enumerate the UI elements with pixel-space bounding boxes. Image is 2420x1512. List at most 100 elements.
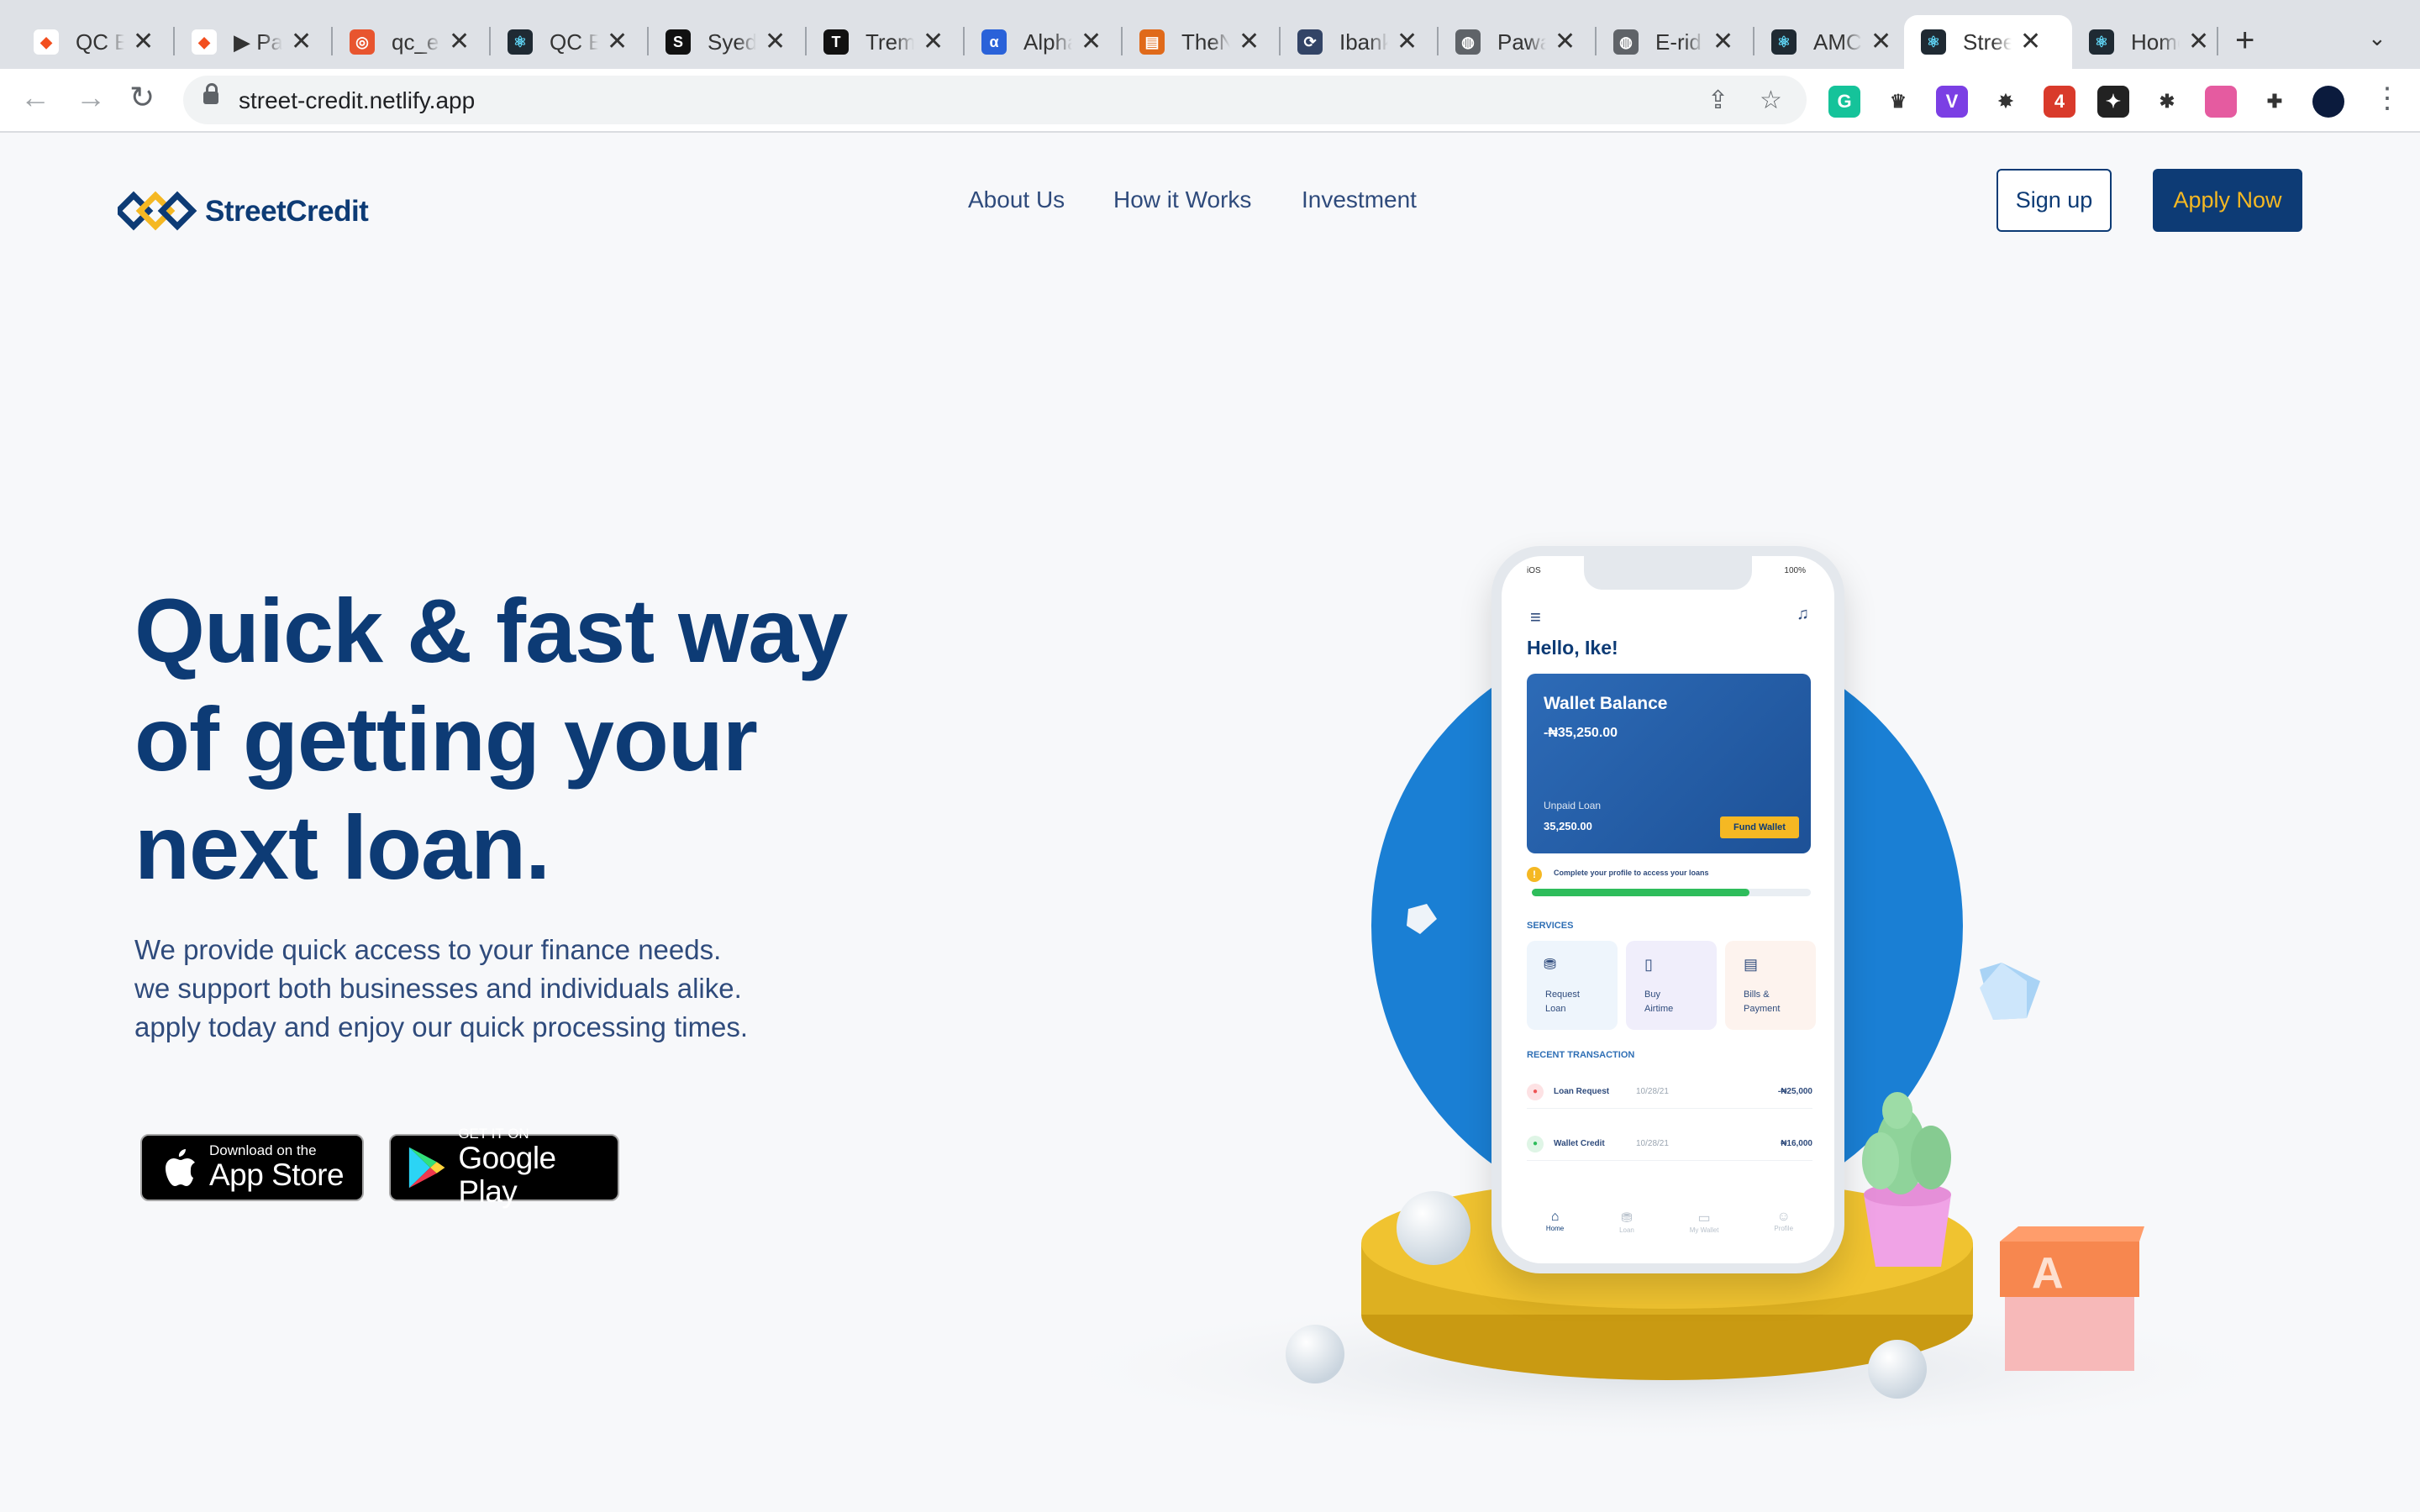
wallet-icon: ▭ xyxy=(1697,1211,1711,1226)
tab-close-icon[interactable]: ✕ xyxy=(1397,29,1418,55)
warning-icon: ! xyxy=(1527,867,1542,882)
browser-tab[interactable]: ◆ ▶ Pa ✕ xyxy=(175,15,333,69)
phone-notch xyxy=(1584,556,1752,590)
browser-tab[interactable]: ⚛ AMC ✕ xyxy=(1754,15,1904,69)
browser-tab[interactable]: ◆ QC E ✕ xyxy=(17,15,175,69)
bottom-nav-home[interactable]: ⌂ Home xyxy=(1546,1210,1564,1252)
browser-tab[interactable]: T Trem ✕ xyxy=(807,15,965,69)
bottom-nav-wallet[interactable]: ▭ My Wallet xyxy=(1690,1210,1719,1252)
bottom-nav-label: Loan xyxy=(1619,1226,1634,1234)
tab-title: qc_e xyxy=(392,29,439,55)
new-tab-button[interactable]: + xyxy=(2235,22,2254,60)
tab-close-icon[interactable]: ✕ xyxy=(923,29,944,55)
figma-icon: ◆ xyxy=(192,29,217,55)
logo[interactable]: StreetCredit xyxy=(118,186,369,237)
tab-close-icon[interactable]: ✕ xyxy=(2020,29,2041,55)
hero-title-line: Quick & fast way xyxy=(134,580,848,681)
tab-close-icon[interactable]: ✕ xyxy=(607,29,628,55)
tab-close-icon[interactable]: ✕ xyxy=(765,29,786,55)
profile-notice: Complete your profile to access your loa… xyxy=(1554,869,1709,877)
bottom-nav-loan[interactable]: ⛃ Loan xyxy=(1619,1210,1634,1252)
puzzle-icon[interactable]: ✚ xyxy=(2259,86,2291,118)
notification-bell-icon[interactable]: ♫ xyxy=(1797,605,1809,624)
url-text[interactable]: street-credit.netlify.app xyxy=(239,87,475,114)
reload-button[interactable]: ↻ xyxy=(129,82,155,113)
forward-button[interactable]: → xyxy=(76,82,106,113)
bottom-nav-label: Home xyxy=(1545,1225,1565,1232)
bug-extension-icon[interactable]: ✱ xyxy=(2151,86,2183,118)
browser-tab[interactable]: ⚛ QC E ✕ xyxy=(491,15,649,69)
tab-close-icon[interactable]: ✕ xyxy=(2188,29,2209,55)
tampermonkey-icon[interactable]: ♛ xyxy=(1882,86,1914,118)
gradient-extension-icon[interactable] xyxy=(2205,86,2237,118)
letter-block-top xyxy=(2000,1226,2144,1242)
browser-menu-button[interactable]: ⋮ xyxy=(2373,84,2402,113)
tab-close-icon[interactable]: ✕ xyxy=(449,29,470,55)
browser-tab[interactable]: ⚛ Home ✕ xyxy=(2072,15,2218,69)
bookmark-star-icon[interactable]: ☆ xyxy=(1760,86,1782,115)
transaction-row[interactable]: ● Loan Request 10/28/21 -₦25,000 xyxy=(1527,1075,1812,1109)
tab-close-icon[interactable]: ✕ xyxy=(1081,29,1102,55)
tab-close-icon[interactable]: ✕ xyxy=(1870,29,1891,55)
grammarly-icon[interactable]: G xyxy=(1828,86,1860,118)
browser-tab[interactable]: ◎ qc_e ✕ xyxy=(333,15,491,69)
wallet-amount: -₦35,250.00 xyxy=(1544,726,1618,740)
nav-about-us[interactable]: About Us xyxy=(968,186,1065,213)
google-play-badge[interactable]: GET IT ON Google Play xyxy=(389,1126,619,1209)
browser-tab[interactable]: α Alpha ✕ xyxy=(965,15,1123,69)
browser-tab[interactable]: ◍ E-rid ✕ xyxy=(1597,15,1754,69)
tab-close-icon[interactable]: ✕ xyxy=(1712,29,1733,55)
tab-close-icon[interactable]: ✕ xyxy=(291,29,312,55)
service-tile-buy-airtime[interactable]: ▯ Buy Airtime xyxy=(1626,941,1717,1030)
cactus-arm xyxy=(1911,1126,1951,1189)
tab-title: Home xyxy=(2131,29,2180,55)
transaction-row[interactable]: ● Wallet Credit 10/28/21 ₦16,000 xyxy=(1527,1127,1812,1161)
browser-tab[interactable]: ◍ Pawa ✕ xyxy=(1439,15,1597,69)
home-icon: ⌂ xyxy=(1550,1210,1560,1224)
browser-tab[interactable]: ▤ TheN ✕ xyxy=(1123,15,1281,69)
signup-button[interactable]: Sign up xyxy=(1996,169,2112,232)
browser-tab[interactable]: ⚛ Stree ✕ xyxy=(1904,15,2072,69)
service-tile-bills-payment[interactable]: ▤ Bills & Payment xyxy=(1725,941,1816,1030)
service-tile-request-loan[interactable]: ⛃ Request Loan xyxy=(1527,941,1618,1030)
bottom-nav-label: Profile xyxy=(1774,1225,1794,1232)
react-icon: ⚛ xyxy=(1921,29,1946,55)
profile-progress-track xyxy=(1532,889,1811,896)
logo-mark-icon xyxy=(118,191,197,231)
service-label-line: Bills & xyxy=(1744,990,1770,1000)
nav-how-it-works[interactable]: How it Works xyxy=(1113,186,1251,213)
transaction-name: Wallet Credit xyxy=(1554,1139,1605,1148)
flame-extension-icon[interactable]: ✦ xyxy=(2097,86,2129,118)
tab-search-button[interactable]: ⌄ xyxy=(2368,25,2386,51)
profile-avatar-icon[interactable] xyxy=(2312,86,2344,118)
wallet-transaction-icon: ● xyxy=(1527,1135,1544,1152)
transaction-amount: -₦25,000 xyxy=(1777,1087,1812,1096)
phone-status-left: iOS xyxy=(1527,566,1541,575)
apply-now-button[interactable]: Apply Now xyxy=(2153,169,2302,232)
badge-extension-icon[interactable]: 4 xyxy=(2044,86,2075,118)
color-wheel-icon[interactable]: ✸ xyxy=(1990,86,2022,118)
browser-tab[interactable]: S Syed ✕ xyxy=(649,15,807,69)
fund-wallet-button[interactable]: Fund Wallet xyxy=(1720,816,1799,838)
bank-icon: ⟳ xyxy=(1297,29,1323,55)
hero-subtitle: We provide quick access to your finance … xyxy=(134,931,748,1047)
tab-close-icon[interactable]: ✕ xyxy=(1555,29,1576,55)
wallet-card[interactable]: Wallet Balance -₦35,250.00 Unpaid Loan 3… xyxy=(1527,674,1811,853)
phone-bottom-nav: ⌂ Home ⛃ Loan ▭ My Wallet ☺ Profile xyxy=(1518,1210,1821,1252)
nav-investment[interactable]: Investment xyxy=(1302,186,1417,213)
tab-close-icon[interactable]: ✕ xyxy=(133,29,154,55)
hamburger-icon[interactable]: ≡ xyxy=(1530,606,1541,628)
wallet-title: Wallet Balance xyxy=(1544,694,1668,713)
browser-tab[interactable]: ⟳ Ibank ✕ xyxy=(1281,15,1439,69)
tab-title: Alpha xyxy=(1023,29,1072,55)
transaction-name: Loan Request xyxy=(1554,1087,1610,1096)
bottom-nav-label: My Wallet xyxy=(1689,1226,1719,1234)
bottom-nav-profile[interactable]: ☺ Profile xyxy=(1774,1210,1793,1252)
share-icon[interactable]: ⇪ xyxy=(1707,86,1728,115)
tab-close-icon[interactable]: ✕ xyxy=(1239,29,1260,55)
back-button[interactable]: ← xyxy=(20,82,50,113)
v-extension-icon[interactable]: V xyxy=(1936,86,1968,118)
app-store-badge[interactable]: Download on the App Store xyxy=(140,1134,364,1201)
address-bar[interactable]: street-credit.netlify.app ⇪ ☆ xyxy=(183,76,1807,124)
lock-icon[interactable] xyxy=(203,83,218,104)
